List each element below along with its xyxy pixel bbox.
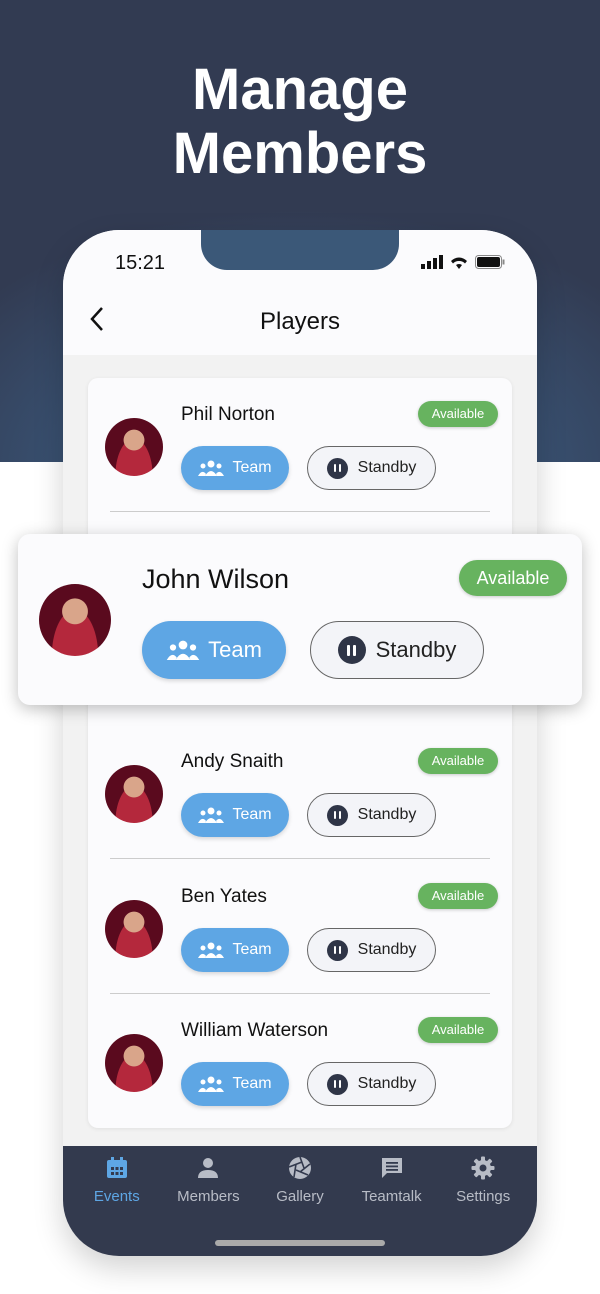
avatar <box>105 1034 163 1092</box>
pause-icon <box>326 457 348 479</box>
page-title: Players <box>259 308 341 335</box>
standby-button[interactable]: Standby <box>307 446 436 490</box>
player-name: Phil Norton <box>181 404 275 425</box>
status-badge: Available <box>418 1017 498 1043</box>
avatar <box>105 418 163 476</box>
calendar-icon <box>105 1156 129 1184</box>
standby-button[interactable]: Standby <box>307 793 436 837</box>
divider <box>110 511 490 512</box>
nav-events[interactable]: Events <box>71 1146 163 1256</box>
nav-label: Events <box>93 1188 140 1205</box>
team-button[interactable]: Team <box>181 446 289 490</box>
avatar <box>105 765 163 823</box>
group-icon <box>166 640 200 660</box>
status-badge: Available <box>418 748 498 774</box>
gear-icon <box>471 1156 495 1184</box>
nav-label: Settings <box>456 1188 511 1205</box>
team-button[interactable]: Team <box>181 793 289 837</box>
pause-icon <box>326 804 348 826</box>
player-name: John Wilson <box>142 564 290 594</box>
status-time: 15:21 <box>115 252 166 274</box>
wifi-icon <box>451 257 467 269</box>
signal-icon <box>421 254 443 269</box>
pause-icon <box>337 636 366 664</box>
headline: Manage Members <box>172 57 428 186</box>
avatar <box>39 584 111 656</box>
standby-button[interactable]: Standby <box>307 928 436 972</box>
status-badge: Available <box>459 560 567 596</box>
player-name: William Waterson <box>181 1020 329 1041</box>
player-name: Ben Yates <box>181 886 267 907</box>
group-icon <box>198 942 225 958</box>
pause-icon <box>326 939 348 961</box>
nav-label: Teamtalk <box>361 1188 422 1205</box>
standby-button[interactable]: Standby <box>307 1062 436 1106</box>
aperture-icon <box>288 1156 312 1184</box>
nav-settings[interactable]: Settings <box>437 1146 529 1256</box>
phone-frame: 15:21 Players Phil Norton Available Team… <box>63 230 537 1256</box>
group-icon <box>198 460 225 476</box>
status-icons <box>421 254 505 269</box>
highlighted-player-card[interactable]: John Wilson Available Team Standby <box>18 534 582 705</box>
person-icon <box>196 1156 220 1184</box>
team-button[interactable]: Team <box>181 1062 289 1106</box>
player-row: Andy Snaith Available Team Standby <box>88 725 512 859</box>
player-row: Ben Yates Available Team Standby <box>88 860 512 994</box>
player-row: Phil Norton Available Team Standby <box>88 378 512 512</box>
avatar <box>105 900 163 958</box>
players-list: Phil Norton Available Team Standby Andy … <box>88 378 512 1128</box>
standby-button[interactable]: Standby <box>310 621 484 679</box>
pause-icon <box>326 1073 348 1095</box>
home-indicator <box>215 1240 385 1246</box>
status-badge: Available <box>418 401 498 427</box>
battery-icon <box>475 254 505 269</box>
player-row: William Waterson Available Team Standby <box>88 994 512 1128</box>
player-name: Andy Snaith <box>181 751 284 772</box>
divider <box>110 858 490 859</box>
notch <box>201 230 399 270</box>
team-button[interactable]: Team <box>181 928 289 972</box>
group-icon <box>198 807 225 823</box>
nav-label: Members <box>177 1188 240 1205</box>
status-badge: Available <box>418 883 498 909</box>
nav-label: Gallery <box>276 1188 324 1205</box>
chat-icon <box>380 1156 404 1184</box>
team-button[interactable]: Team <box>142 621 286 679</box>
group-icon <box>198 1076 225 1092</box>
